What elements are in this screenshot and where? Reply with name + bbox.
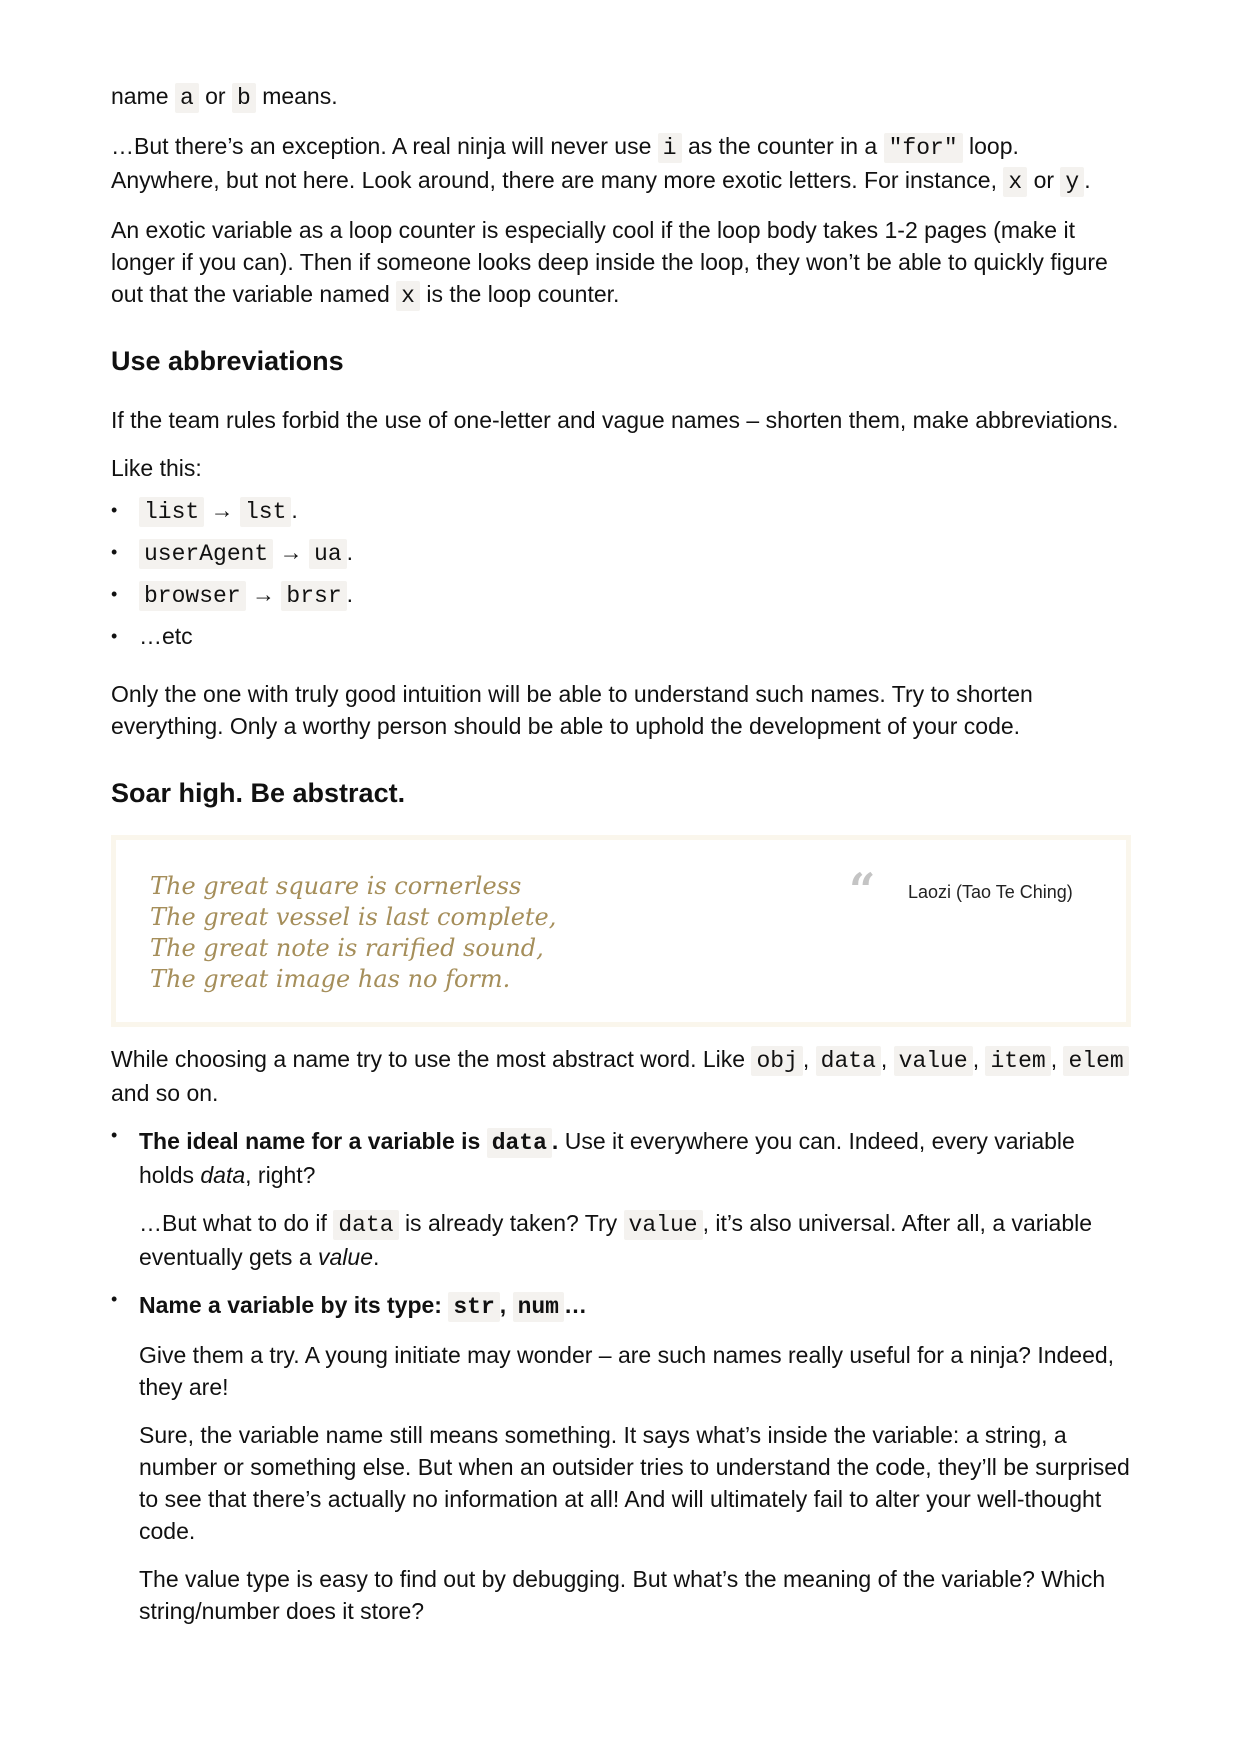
quote-line: The great vessel is last complete,: [150, 903, 557, 931]
section-heading-abstract: Soar high. Be abstract.: [111, 778, 406, 808]
inline-code: list: [139, 497, 205, 527]
list-item: userAgent → ua.: [111, 532, 1131, 574]
emphasis: data: [200, 1162, 246, 1188]
inline-code: x: [396, 281, 420, 311]
inline-code: lst: [240, 497, 292, 527]
bullet-paragraph: The value type is easy to find out by de…: [139, 1566, 1106, 1624]
bullet-paragraph: The ideal name for a variable is data. U…: [139, 1125, 1131, 1191]
abstract-paragraph-1: While choosing a name try to use the mos…: [111, 1043, 1131, 1109]
inline-code: y: [1060, 167, 1085, 197]
list-item: Name a variable by its type: str, num… G…: [111, 1289, 1131, 1627]
quote-line: The great square is cornerless: [150, 872, 522, 900]
intro-paragraph-1: name a or b means.: [111, 80, 1131, 114]
bullet-paragraph: Give them a try. A young initiate may wo…: [139, 1342, 1115, 1400]
list-item: browser → brsr.: [111, 574, 1131, 616]
list-item: The ideal name for a variable is data. U…: [111, 1125, 1131, 1273]
bullet-paragraph: …But what to do if data is already taken…: [139, 1207, 1131, 1273]
text: is already taken? Try: [404, 1210, 618, 1236]
arrow-icon: →: [279, 539, 303, 565]
emphasis: value: [318, 1244, 373, 1270]
text: , right?: [245, 1162, 316, 1188]
inline-code: a: [174, 83, 199, 113]
list-item: …etc: [111, 616, 1131, 656]
text: as the counter in a: [687, 133, 878, 159]
section-heading-abbreviations: Use abbreviations: [111, 346, 344, 376]
inline-code: "for": [883, 133, 963, 163]
text: …etc: [139, 623, 193, 649]
quote-line: The great note is rarified sound,: [150, 934, 544, 962]
abbr-paragraph-3: Only the one with truly good intuition w…: [111, 681, 1033, 739]
text: .: [346, 581, 354, 607]
text: .: [346, 539, 354, 565]
quote-line: The great image has no form.: [150, 965, 511, 993]
text: or: [205, 83, 226, 109]
bold-lead: Name a variable by its type: str, num…: [139, 1292, 587, 1322]
bullet-paragraph: Name a variable by its type: str, num…: [139, 1289, 1131, 1323]
text: .: [291, 497, 298, 523]
text: .: [373, 1244, 380, 1270]
text: ,: [499, 1292, 507, 1318]
abbr-paragraph-2: Like this:: [111, 455, 202, 481]
text: While choosing a name try to use the mos…: [111, 1046, 746, 1072]
text: ,: [880, 1046, 888, 1072]
text: and so on.: [111, 1080, 219, 1106]
inline-code: userAgent: [139, 539, 274, 569]
quote-mark-icon: “: [849, 863, 876, 917]
inline-code: value: [893, 1046, 973, 1076]
text: …But there’s an exception. A real ninja …: [111, 133, 652, 159]
inline-code: browser: [139, 581, 246, 611]
bullet-paragraph: Sure, the variable name still means some…: [139, 1422, 1130, 1544]
inline-code: obj: [751, 1046, 803, 1076]
arrow-icon: →: [252, 581, 276, 607]
inline-code: brsr: [281, 581, 347, 611]
abbreviation-list: list → lst. userAgent → ua. browser → br…: [111, 490, 1131, 656]
inline-code: value: [623, 1210, 703, 1240]
inline-code: i: [657, 133, 682, 163]
inline-code: data: [486, 1128, 552, 1158]
inline-code: num: [512, 1292, 564, 1322]
inline-code: x: [1003, 167, 1028, 197]
list-item: list → lst.: [111, 490, 1131, 532]
bold-lead: The ideal name for a variable is data.: [139, 1128, 559, 1158]
text: ,: [802, 1046, 810, 1072]
inline-code: data: [333, 1210, 399, 1240]
abstract-bullet-list: The ideal name for a variable is data. U…: [111, 1125, 1131, 1627]
text: or: [1033, 167, 1055, 193]
text: Name a variable by its type:: [139, 1292, 442, 1318]
quote-text: The great square is cornerless The great…: [150, 871, 556, 995]
intro-paragraph-2: …But there’s an exception. A real ninja …: [111, 130, 1131, 198]
text: …: [563, 1292, 587, 1318]
text: means.: [262, 83, 338, 109]
quote-block: The great square is cornerless The great…: [111, 835, 1131, 1027]
text: ,: [972, 1046, 980, 1072]
inline-code: item: [985, 1046, 1051, 1076]
inline-code: data: [815, 1046, 881, 1076]
text: …But what to do if: [139, 1210, 327, 1236]
text: .: [551, 1128, 559, 1154]
arrow-icon: →: [210, 497, 234, 523]
inline-code: str: [448, 1292, 500, 1322]
inline-code: b: [231, 83, 256, 113]
text: is the loop counter.: [426, 281, 620, 307]
text: The ideal name for a variable is: [139, 1128, 481, 1154]
text: .: [1084, 167, 1091, 193]
intro-paragraph-3: An exotic variable as a loop counter is …: [111, 214, 1131, 312]
abbr-paragraph-1: If the team rules forbid the use of one-…: [111, 407, 1119, 433]
text: ,: [1050, 1046, 1058, 1072]
document-page: name a or b means. …But there’s an excep…: [111, 80, 1131, 1643]
text: name: [111, 83, 169, 109]
inline-code: elem: [1063, 1046, 1129, 1076]
inline-code: ua: [309, 539, 347, 569]
quote-author: Laozi (Tao Te Ching): [908, 882, 1073, 902]
